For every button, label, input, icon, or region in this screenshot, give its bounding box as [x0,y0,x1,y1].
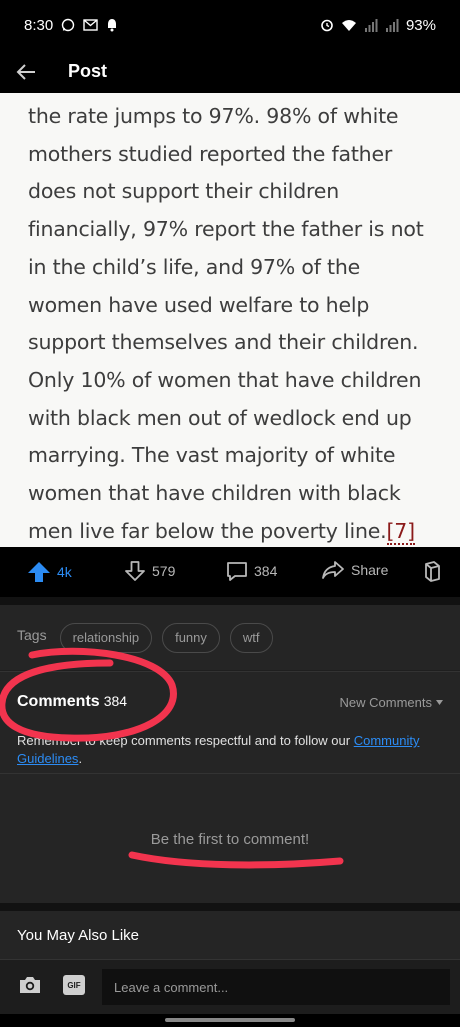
status-bar: 8:30 93% [0,0,460,50]
upvote-button[interactable]: 4k [27,560,72,584]
arrow-down-icon [125,561,145,581]
upvote-count: 4k [57,564,72,580]
signal-icon [385,18,399,32]
comments-title: Comments [17,693,100,710]
save-button[interactable] [422,560,442,582]
camera-icon [20,977,40,993]
arrow-left-icon [16,63,35,80]
comment-guidelines-notice: Remember to keep comments respectful and… [17,732,447,768]
section-divider [0,597,460,605]
empty-comments-message: Be the first to comment! [150,831,310,848]
share-button[interactable]: Share [321,560,388,580]
tag-chip[interactable]: funny [162,622,220,653]
back-button[interactable] [14,60,38,84]
home-indicator[interactable] [165,1018,295,1022]
comment-input[interactable] [102,969,450,1005]
guidelines-suffix: . [78,751,83,766]
downvote-button[interactable]: 579 [124,560,175,582]
downvote-count: 579 [152,563,176,579]
share-label: Share [351,562,389,578]
comments-button[interactable]: 384 [226,560,277,582]
bookmark-icon [425,561,440,582]
signal-icon [364,18,378,32]
post-reference: [7] [386,518,415,545]
wifi-icon [341,19,357,32]
page-title: Post [68,61,108,81]
comment-count: 384 [254,563,278,579]
divider [0,773,460,774]
system-navigation-bar [0,1014,460,1027]
guidelines-text: Remember to keep comments respectful and… [17,733,354,748]
comments-section: Comments 384 New Comments Remember to kee… [0,671,460,903]
comment-sort-dropdown[interactable]: New Comments [340,695,443,710]
comment-icon [227,562,247,581]
post-image[interactable]: the rate jumps to 97%. 98% of white moth… [0,93,460,547]
notification-icon [106,18,118,32]
post-body: the rate jumps to 97%. 98% of white moth… [28,104,424,543]
comment-composer: GIF [0,959,460,1014]
post-text: the rate jumps to 97%. 98% of white moth… [28,98,438,547]
comments-heading: Comments 384 [17,693,127,711]
tags-label: Tags [17,626,47,643]
caret-down-icon [436,700,443,705]
app-header: Post [0,50,460,93]
share-icon [322,561,344,579]
alarm-icon [320,18,334,32]
gif-button[interactable]: GIF [63,975,85,995]
camera-button[interactable] [18,974,42,1001]
whatsapp-icon [61,18,75,32]
you-may-also-like-heading: You May Also Like [0,911,460,959]
comment-sort-value: New Comments [339,695,432,710]
section-divider [0,903,460,911]
tag-chip[interactable]: relationship [59,622,153,653]
tags-row: Tags relationship funny wtf [0,605,460,670]
battery-level: 93% [405,16,436,34]
status-time: 8:30 [24,16,54,34]
arrow-up-icon [28,562,50,582]
tag-chip[interactable]: wtf [229,622,273,653]
post-action-bar: 4k 579 384 Share [0,547,460,597]
mail-icon [83,19,98,31]
comments-count: 384 [103,693,128,709]
